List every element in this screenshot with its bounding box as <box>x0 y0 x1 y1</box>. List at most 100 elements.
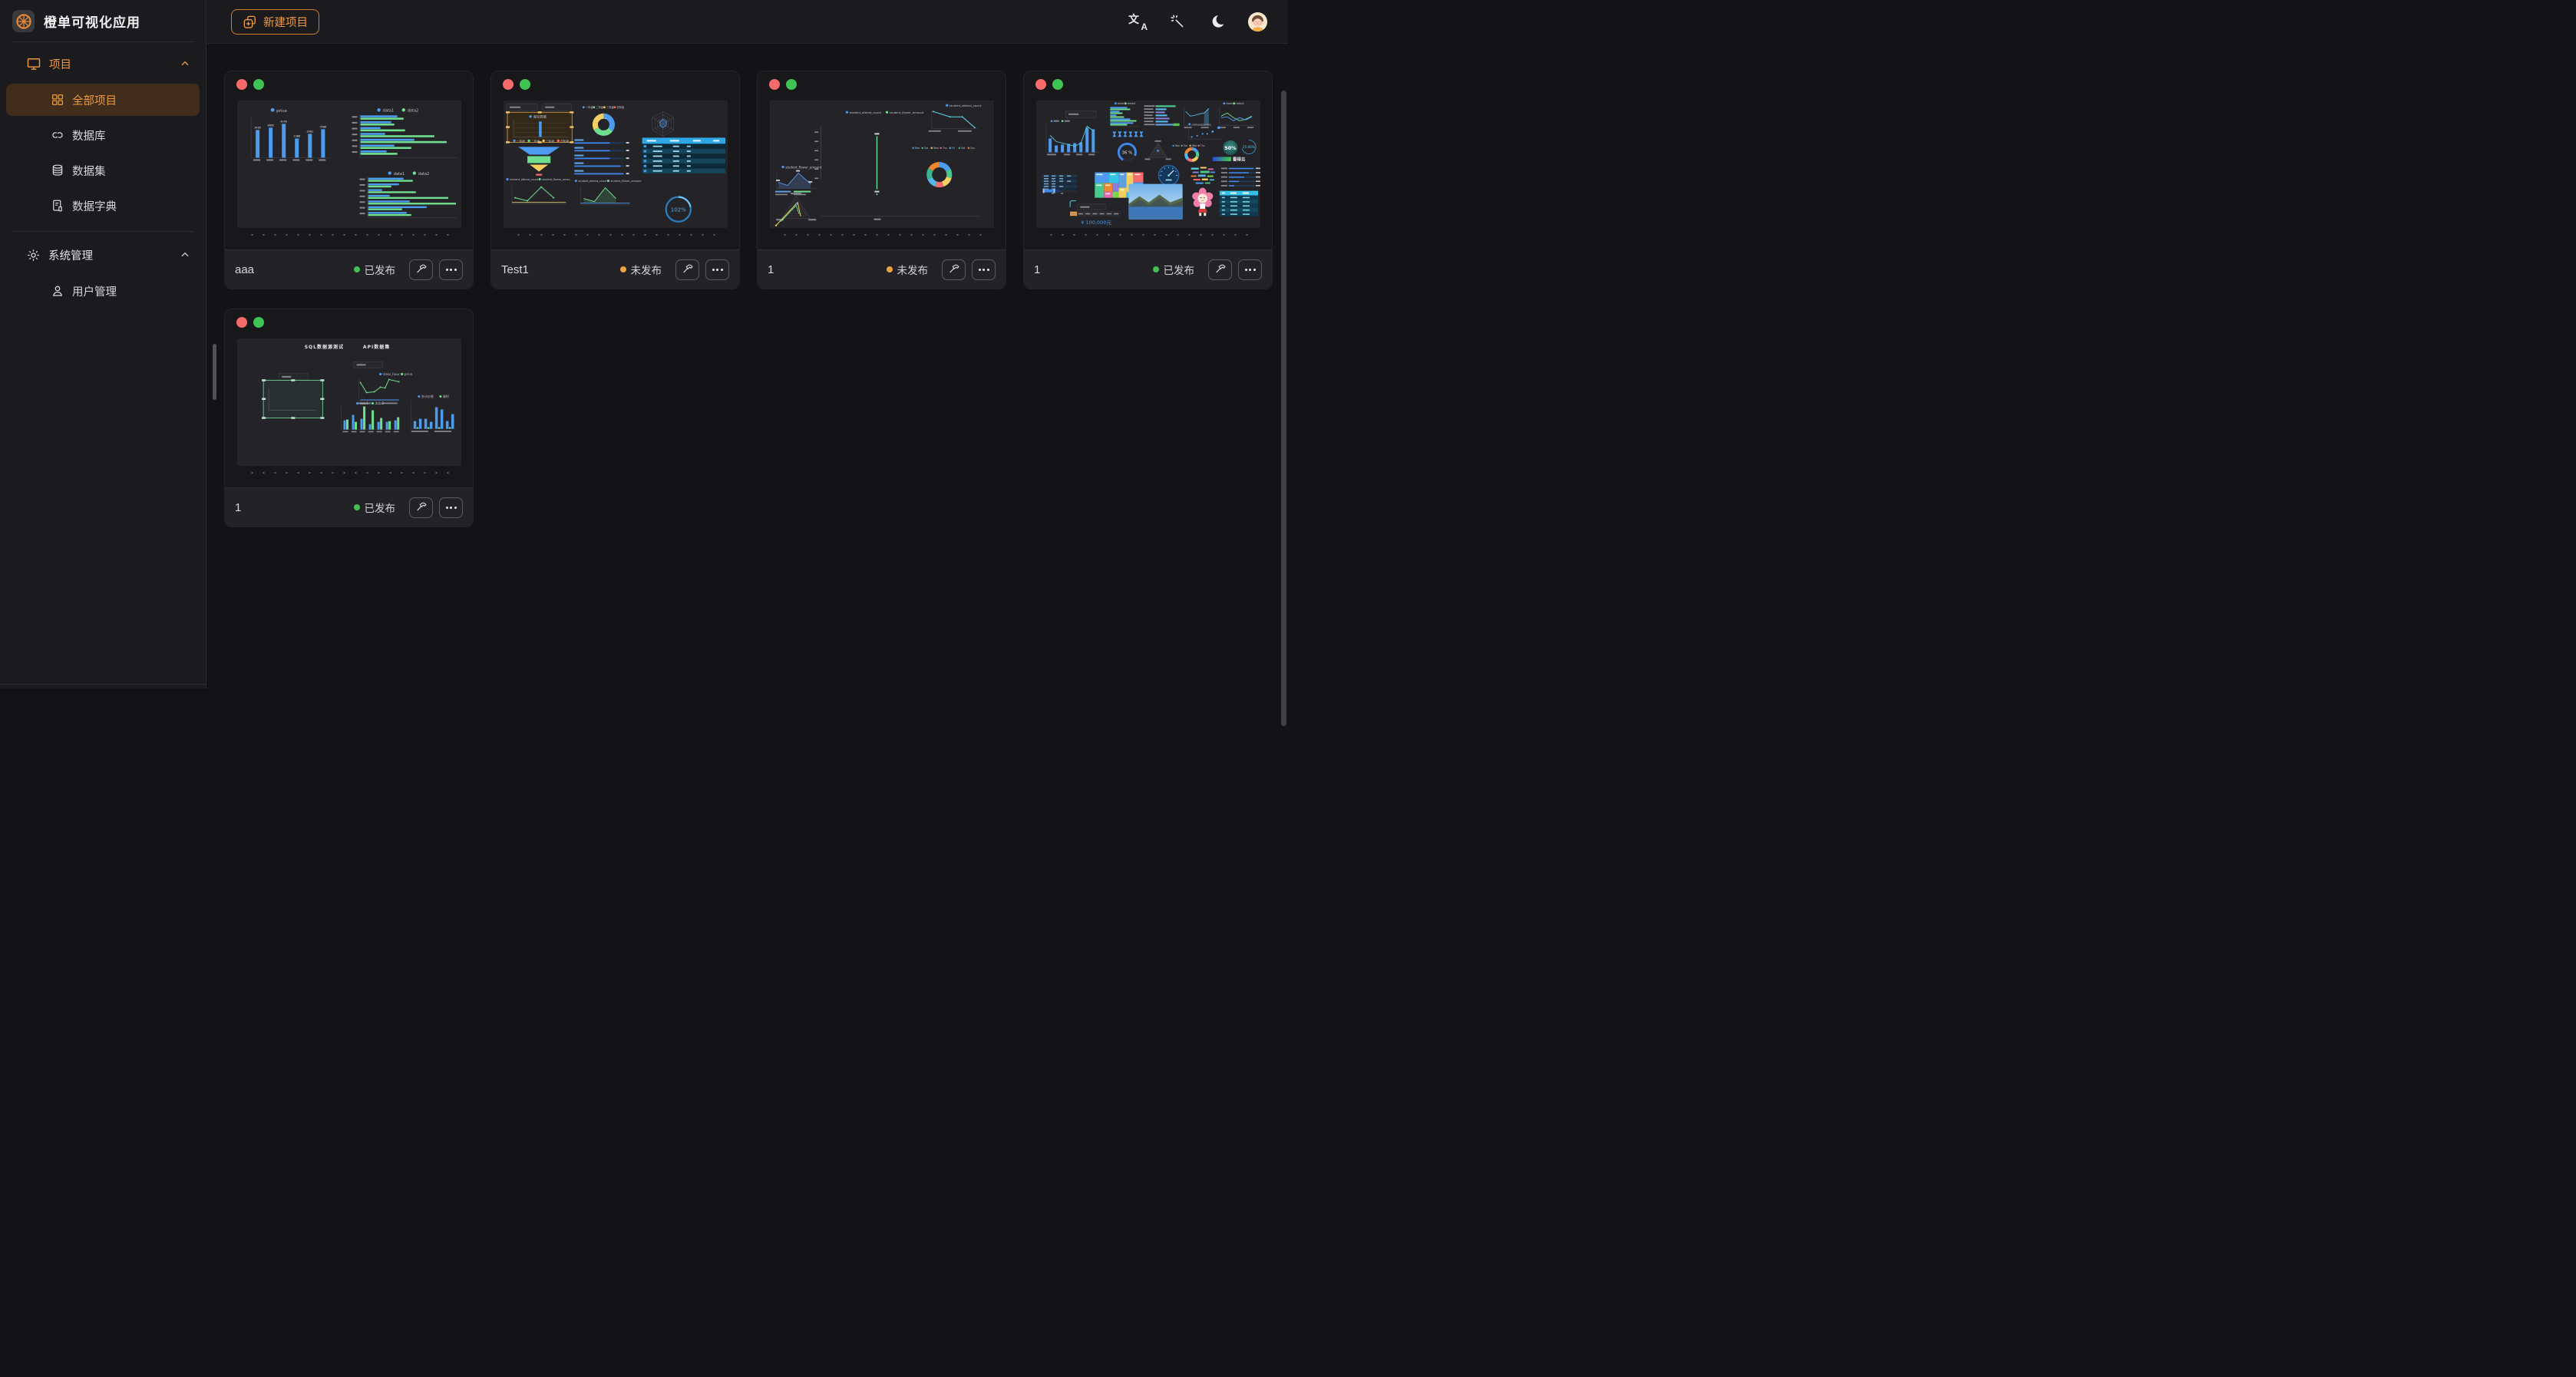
project-thumbnail[interactable]: data1 data2 data1 data2 <box>1036 101 1260 228</box>
percent-50: 50% <box>1224 145 1237 151</box>
green-dot-icon <box>520 79 530 90</box>
page-scrollbar-thumb[interactable] <box>1281 91 1286 726</box>
edit-button[interactable] <box>942 259 966 280</box>
project-thumbnail[interactable]: SQL数据源测试 API数据集 class_hour price <box>237 338 461 466</box>
theme-wand-button[interactable] <box>1167 11 1188 32</box>
card-footer: 1 已发布 <box>225 487 473 527</box>
svg-text:student_attend_count: student_attend_count <box>949 104 982 107</box>
project-thumbnail[interactable]: student_attend_count student_attend_coun… <box>770 101 994 228</box>
svg-text:data2: data2 <box>375 401 385 405</box>
sidebar-item-label: 用户管理 <box>72 283 117 299</box>
gauge-percent: 36 % <box>1121 151 1132 156</box>
svg-text:data1: data1 <box>1226 102 1234 105</box>
svg-text:3586: 3586 <box>320 126 327 129</box>
svg-text:student_flower_amount: student_flower_amount <box>610 180 642 183</box>
status-label: 已发布 <box>1164 262 1195 277</box>
svg-text:data2: data2 <box>408 109 418 114</box>
svg-text:Thu: Thu <box>942 147 947 150</box>
new-project-button[interactable]: 新建项目 <box>231 9 319 35</box>
project-name: 1 <box>768 263 774 276</box>
nav-group-label: 项目 <box>49 56 180 72</box>
svg-text:一年级: 一年级 <box>586 105 593 109</box>
svg-text:student_attend_count: student_attend_count <box>578 180 607 183</box>
svg-text:Mon: Mon <box>1175 144 1180 147</box>
svg-text:Sat: Sat <box>961 147 966 150</box>
svg-text:三年级: 三年级 <box>546 139 554 143</box>
svg-text:3805: 3805 <box>267 124 274 127</box>
more-button[interactable] <box>439 497 463 518</box>
sidebar-item-dataset[interactable]: 数据集 <box>6 154 200 187</box>
gradient-label: 看得见 <box>1233 157 1246 163</box>
nav-group-system[interactable]: 系统管理 <box>0 238 206 272</box>
project-name: aaa <box>235 263 254 276</box>
grid-dots <box>246 233 455 236</box>
svg-text:2961: 2961 <box>306 130 313 134</box>
add-project-icon <box>243 15 257 29</box>
ring-percent: 102% <box>671 206 686 213</box>
thumbnail-canvas: SQL数据源测试 API数据集 class_hour price <box>237 338 461 466</box>
project-thumbnail[interactable]: price 3495 3805 4243 2388 2961 358 <box>237 101 461 228</box>
magic-wand-icon <box>1170 14 1186 30</box>
card-footer: 1 未发布 <box>758 249 1006 289</box>
grid-icon <box>51 93 64 107</box>
green-dot-icon <box>1052 79 1063 90</box>
edit-button[interactable] <box>675 259 699 280</box>
nav-group-label: 系统管理 <box>48 247 180 263</box>
project-thumbnail[interactable]: 献花数量 一年级 二年级 三年级 四年级 <box>504 101 728 228</box>
svg-text:chineseScore: chineseScore <box>1191 122 1211 126</box>
svg-text:data1: data1 <box>360 401 369 405</box>
project-card: 献花数量 一年级 二年级 三年级 四年级 <box>490 71 740 289</box>
hammer-icon <box>415 501 428 513</box>
project-card: price 3495 3805 4243 2388 2961 358 <box>224 71 474 289</box>
more-button[interactable] <box>705 259 729 280</box>
sidebar-item-all-projects[interactable]: 全部项目 <box>6 84 200 116</box>
document-icon <box>51 199 64 213</box>
edit-button[interactable] <box>409 259 433 280</box>
svg-text:Wed: Wed <box>933 147 939 150</box>
app-title: 橙单可视化应用 <box>44 12 140 31</box>
red-dot-icon <box>236 79 247 90</box>
user-avatar[interactable] <box>1247 11 1268 32</box>
sidebar-item-user-management[interactable]: 用户管理 <box>6 275 200 307</box>
avatar-image <box>1248 12 1267 31</box>
dark-mode-button[interactable] <box>1207 11 1228 32</box>
grid-dots <box>779 233 988 236</box>
status-dot <box>354 504 360 510</box>
language-button[interactable]: 文 A <box>1127 11 1148 32</box>
svg-text:student_attend_count: student_attend_count <box>850 111 882 114</box>
more-button[interactable] <box>439 259 463 280</box>
red-dot-icon <box>236 317 247 328</box>
nav-group-projects[interactable]: 项目 <box>0 47 206 81</box>
project-name: 1 <box>235 501 241 514</box>
edit-button[interactable] <box>409 497 433 518</box>
sidebar-item-label: 全部项目 <box>72 92 117 108</box>
svg-text:Sun: Sun <box>970 147 975 150</box>
sidebar-item-label: 数据库 <box>72 127 106 144</box>
translate-icon: 文 A <box>1128 13 1147 30</box>
svg-text:三年级: 三年级 <box>606 105 614 109</box>
more-button[interactable] <box>1238 259 1262 280</box>
svg-text:4243: 4243 <box>280 121 287 124</box>
panel-title: SQL数据源测试 <box>305 344 344 350</box>
card-footer: 1 已发布 <box>1024 249 1272 289</box>
new-project-label: 新建项目 <box>263 14 308 30</box>
status-dot <box>887 266 893 272</box>
grid-dots <box>513 233 722 236</box>
svg-text:Tue: Tue <box>1183 144 1187 147</box>
more-button[interactable] <box>972 259 996 280</box>
orange-wheel-icon <box>15 13 32 30</box>
status-dot <box>1153 266 1159 272</box>
svg-text:class_hour: class_hour <box>383 372 400 376</box>
gear-icon <box>26 248 41 263</box>
sidebar-item-data-dictionary[interactable]: 数据字典 <box>6 190 200 222</box>
svg-text:二年级: 二年级 <box>596 105 604 109</box>
svg-text:price: price <box>405 372 413 376</box>
panel-title: API数据集 <box>363 344 390 350</box>
svg-text:一年级: 一年级 <box>517 139 525 143</box>
svg-text:data2: data2 <box>418 172 429 177</box>
sidebar-divider-bottom <box>0 684 206 685</box>
topbar: 新建项目 文 A <box>207 0 1288 44</box>
sidebar-item-database[interactable]: 数据库 <box>6 119 200 151</box>
svg-text:Mon: Mon <box>915 147 920 150</box>
edit-button[interactable] <box>1208 259 1232 280</box>
